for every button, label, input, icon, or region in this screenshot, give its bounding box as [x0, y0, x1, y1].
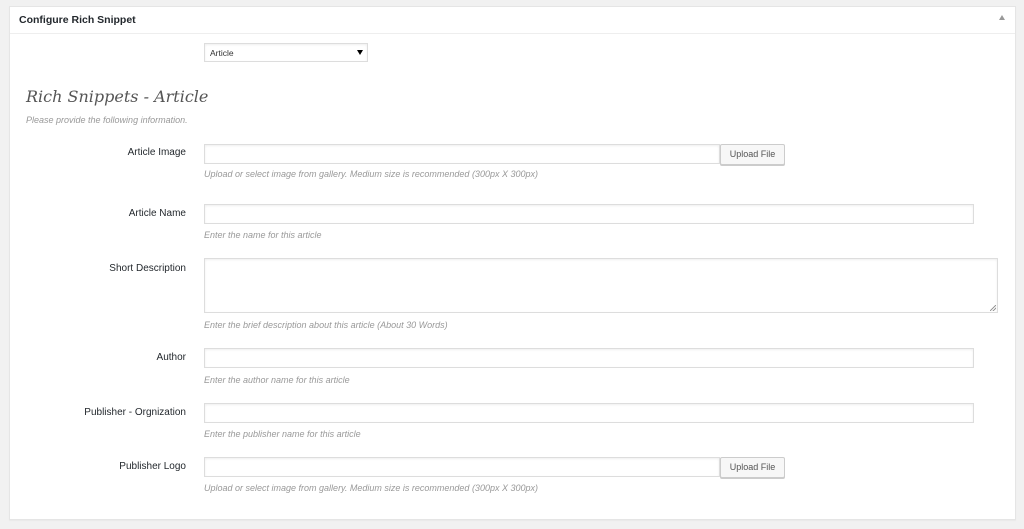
short-description-help: Enter the brief description about this a… [204, 320, 448, 330]
article-image-upload-button[interactable]: Upload File [720, 144, 785, 165]
article-name-label: Article Name [128, 208, 186, 219]
publisher-organization-label: Publisher - Orgnization [84, 407, 186, 418]
metabox-title: Configure Rich Snippet [19, 14, 136, 26]
short-description-textarea[interactable] [204, 258, 998, 313]
publisher-logo-input[interactable] [204, 457, 720, 477]
publisher-organization-help: Enter the publisher name for this articl… [204, 429, 361, 439]
publisher-logo-help: Upload or select image from gallery. Med… [204, 483, 538, 493]
publisher-logo-label: Publisher Logo [119, 461, 186, 472]
collapse-toggle-icon[interactable] [999, 15, 1005, 20]
snippet-type-selected-value: Article [210, 48, 234, 58]
rich-snippet-metabox: Configure Rich Snippet Article Rich Snip… [9, 6, 1016, 520]
section-description: Please provide the following information… [26, 115, 188, 125]
metabox-header[interactable]: Configure Rich Snippet [10, 7, 1015, 34]
author-label: Author [156, 352, 186, 363]
publisher-logo-upload-button[interactable]: Upload File [720, 457, 785, 478]
publisher-organization-input[interactable] [204, 403, 974, 423]
author-help: Enter the author name for this article [204, 375, 350, 385]
author-input[interactable] [204, 348, 974, 368]
article-name-input[interactable] [204, 204, 974, 224]
article-image-input[interactable] [204, 144, 720, 164]
article-image-label: Article Image [127, 147, 186, 158]
article-image-help: Upload or select image from gallery. Med… [204, 169, 538, 179]
short-description-label: Short Description [109, 263, 186, 274]
article-name-help: Enter the name for this article [204, 230, 322, 240]
resize-grip-icon[interactable] [990, 305, 996, 311]
caret-down-icon [357, 50, 363, 55]
section-heading: Rich Snippets - Article [26, 87, 209, 106]
snippet-type-select[interactable]: Article [204, 43, 368, 62]
